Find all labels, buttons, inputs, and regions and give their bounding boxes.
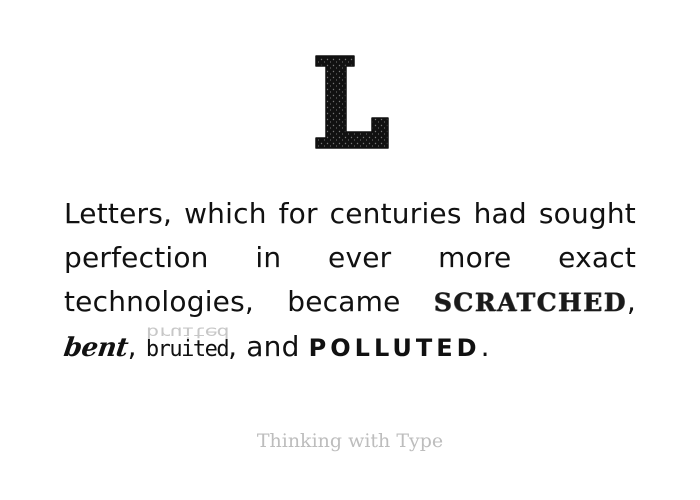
- quote-separator-2: ,: [127, 330, 146, 363]
- drop-cap-letter: L: [314, 52, 392, 152]
- word-polluted: POLLUTED: [308, 334, 481, 362]
- quote-end-period: .: [480, 330, 490, 363]
- word-bruited-group: bruited bruited: [145, 323, 230, 372]
- footer-credit: Thinking with Type: [256, 430, 444, 452]
- word-bent: bent: [61, 333, 130, 363]
- word-scratched: SCRATCHED: [433, 288, 627, 317]
- quote-separator-3: , and: [228, 330, 309, 363]
- word-bruited: bruited: [145, 337, 230, 362]
- quote-separator-1: ,: [626, 285, 636, 318]
- quote-paragraph: Letters, which for centuries had sought …: [61, 192, 636, 372]
